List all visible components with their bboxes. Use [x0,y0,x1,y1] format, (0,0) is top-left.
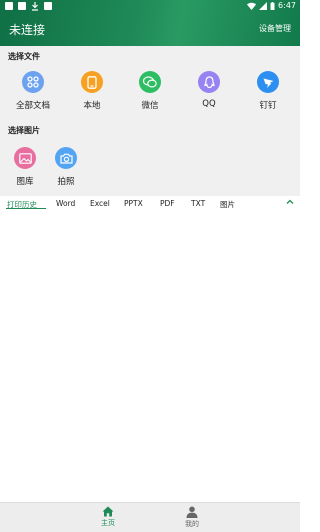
file-selection-panel: 选择文件 全部文档 本地 微信 QQ 钉钉 选择图片 图库 拍照 [0,46,300,210]
chevron-up-icon[interactable] [286,198,294,206]
camera-label: 拍照 [57,177,75,187]
person-icon [186,506,198,518]
tab-pdf[interactable]: PDF [160,199,175,208]
local-label: 本地 [83,101,101,111]
home-icon [102,506,114,517]
notification-icon [44,2,52,10]
status-bar: 6:47 [0,0,300,13]
wifi-icon [247,2,257,10]
select-file-title: 选择文件 [8,52,40,61]
dingtalk-button[interactable]: 钉钉 [243,71,293,111]
local-button[interactable]: 本地 [67,71,117,111]
status-time: 6:47 [278,1,296,10]
qq-icon [198,71,220,93]
camera-button[interactable]: 拍照 [41,147,91,187]
grid-icon [22,71,44,93]
dingtalk-icon [257,71,279,93]
select-image-title: 选择图片 [8,126,40,135]
device-management-button[interactable]: 设备管理 [259,23,291,34]
qq-label: QQ [202,99,216,109]
app-header: 6:47 未连接 设备管理 [0,0,300,46]
wechat-label: 微信 [141,101,159,111]
active-tab-indicator [6,208,46,209]
tab-pptx[interactable]: PPTX [124,199,143,208]
all-documents-button[interactable]: 全部文档 [8,71,58,111]
tab-txt[interactable]: TXT [191,199,205,208]
title-bar: 未连接 设备管理 [0,14,300,46]
tab-word[interactable]: Word [56,199,75,208]
notification-icon [18,2,26,10]
nav-profile[interactable]: 我的 [172,506,212,529]
nav-home-label: 主页 [101,519,115,527]
tab-image[interactable]: 图片 [220,199,235,210]
notification-icons [5,2,52,11]
qq-button[interactable]: QQ [184,71,234,109]
notification-icon [5,2,13,10]
all-documents-label: 全部文档 [15,101,50,111]
gallery-icon [14,147,36,169]
tab-excel[interactable]: Excel [90,199,110,208]
dingtalk-label: 钉钉 [259,101,277,111]
wechat-button[interactable]: 微信 [125,71,175,111]
history-list [0,210,300,502]
signal-icon [259,1,268,10]
page-title: 未连接 [9,23,46,37]
nav-profile-label: 我的 [185,520,199,528]
nav-home[interactable]: 主页 [88,506,128,528]
wechat-icon [139,71,161,93]
battery-icon [270,1,275,10]
status-indicators: 6:47 [247,1,296,10]
download-icon [32,2,38,11]
camera-icon [55,147,77,169]
history-tab-bar: 打印历史 Word Excel PPTX PDF TXT 图片 [0,196,300,210]
bottom-navigation: 主页 我的 [0,502,300,532]
phone-icon [81,71,103,93]
